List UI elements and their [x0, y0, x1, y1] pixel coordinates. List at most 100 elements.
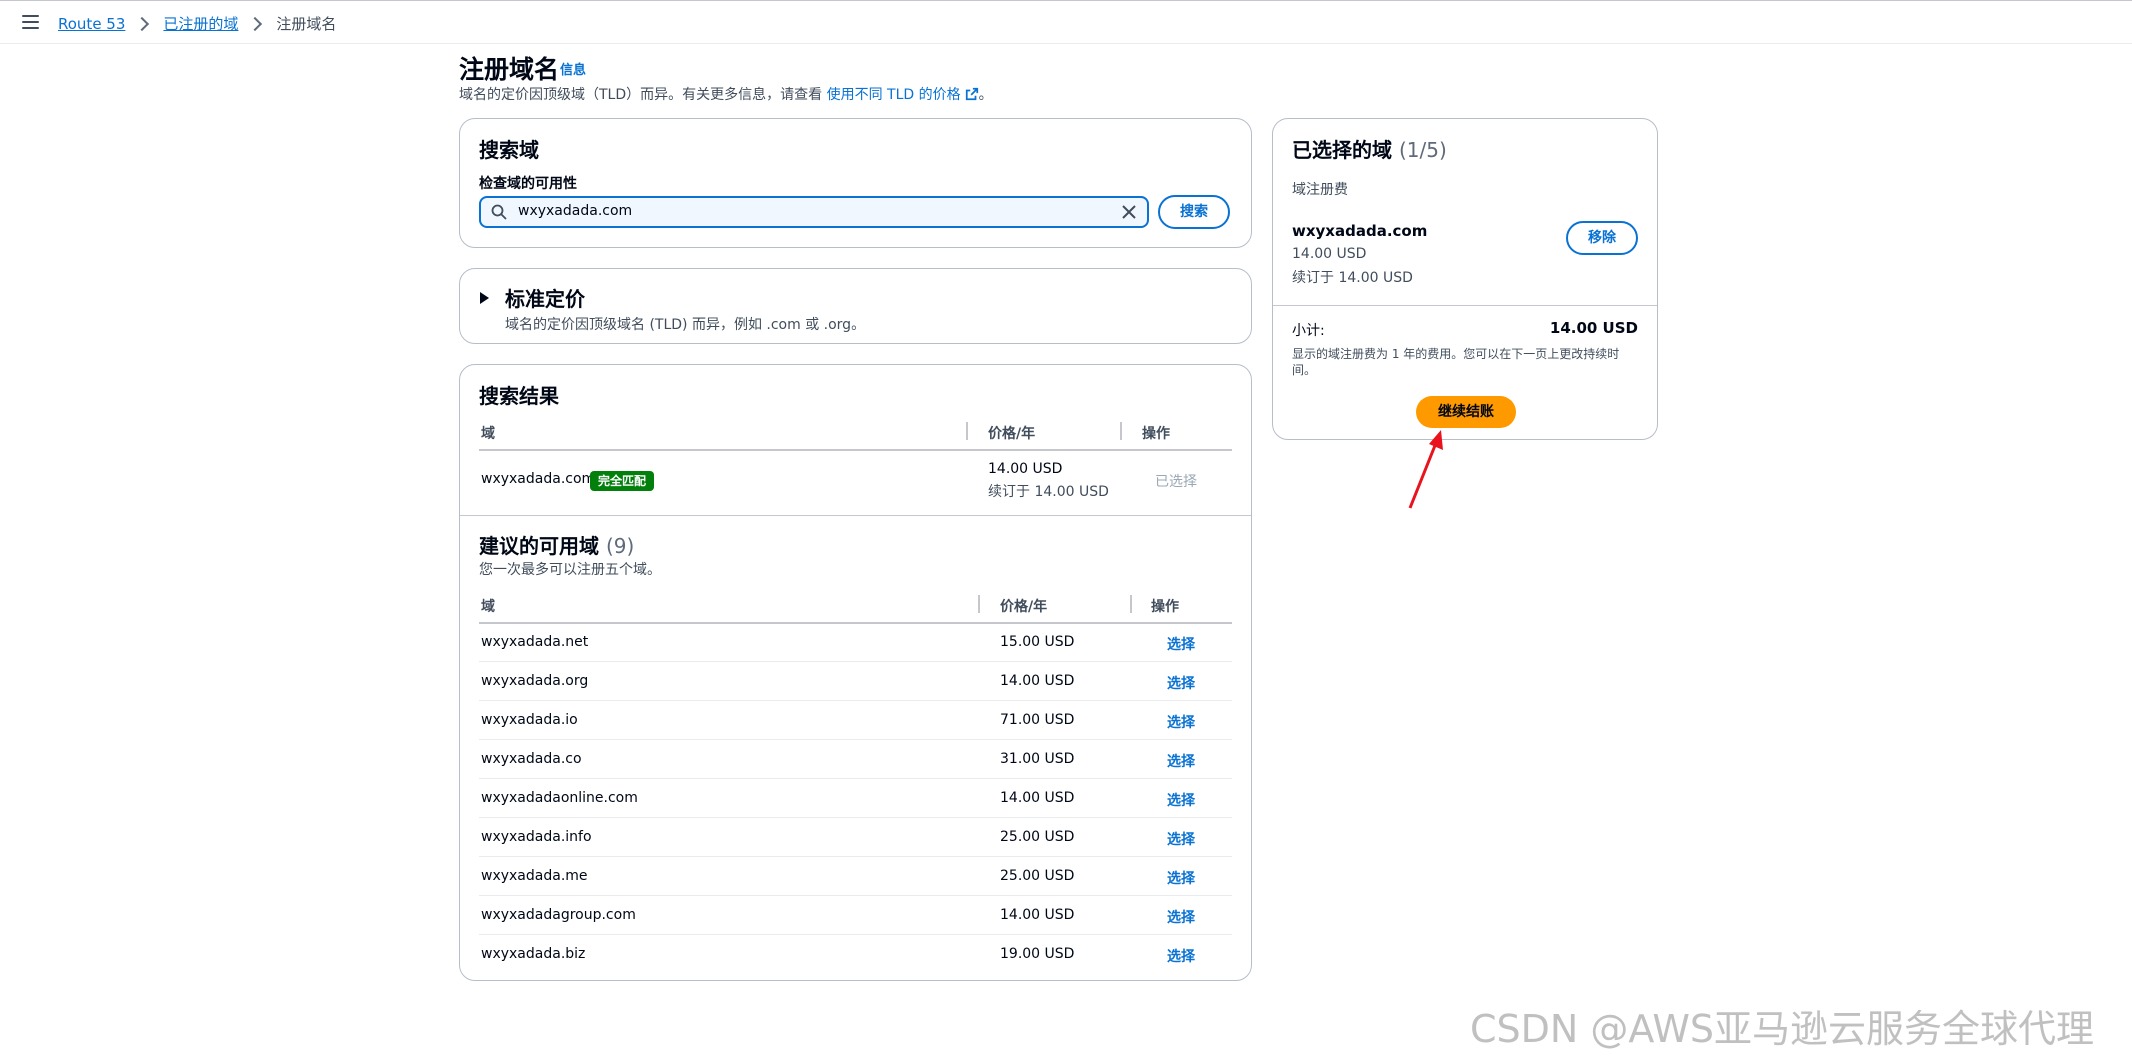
selected-title: 已选择的域 (1/5) [1292, 134, 1447, 163]
table-row: wxyxadadaonline.com 14.00 USD 选择 [460, 779, 1251, 818]
suggestion-price: 25.00 USD [1000, 868, 1075, 884]
table-row: wxyxadada.org 14.00 USD 选择 [460, 662, 1251, 701]
suggestion-price: 31.00 USD [1000, 751, 1075, 767]
header-divider [479, 449, 1232, 451]
pricing-description: 域名的定价因顶级域名 (TLD) 而异，例如 .com 或 .org。 [505, 317, 866, 333]
menu-icon[interactable] [22, 15, 39, 29]
suggestion-domain: wxyxadadaonline.com [481, 790, 638, 806]
search-icon [491, 204, 507, 220]
search-field-label: 检查域的可用性 [479, 176, 577, 192]
pricing-title[interactable]: 标准定价 [505, 283, 585, 312]
suggestion-domain: wxyxadada.me [481, 868, 588, 884]
results-header-price: 价格/年 [988, 426, 1036, 442]
remove-button[interactable]: 移除 [1566, 221, 1638, 255]
select-button[interactable]: 选择 [1167, 829, 1195, 849]
result-domain: wxyxadada.com [481, 471, 596, 487]
suggestion-domain: wxyxadada.info [481, 829, 592, 845]
search-results-panel: 搜索结果 域 价格/年 操作 wxyxadada.com 完全匹配 14.00 … [459, 364, 1252, 981]
suggestion-domain: wxyxadada.co [481, 751, 582, 767]
suggestion-price: 14.00 USD [1000, 907, 1075, 923]
panel-divider [1273, 305, 1657, 306]
table-row: wxyxadada.net 15.00 USD 选择 [460, 623, 1251, 662]
search-button[interactable]: 搜索 [1158, 195, 1230, 229]
subtotal-label: 小计: [1292, 323, 1325, 339]
top-navigation-bar: Route 53 已注册的域 注册域名 [0, 0, 2132, 44]
suggest-header-action: 操作 [1151, 599, 1179, 615]
suggestion-price: 71.00 USD [1000, 712, 1075, 728]
suggestion-domain: wxyxadadagroup.com [481, 907, 636, 923]
results-header-action: 操作 [1142, 426, 1170, 442]
breadcrumb: Route 53 已注册的域 注册域名 [58, 13, 336, 34]
selected-domain-price: 14.00 USD [1292, 246, 1367, 262]
breadcrumb-current: 注册域名 [276, 15, 337, 33]
continue-checkout-button[interactable]: 继续结账 [1416, 396, 1516, 428]
column-divider [1120, 422, 1122, 440]
info-link[interactable]: 信息 [560, 59, 586, 78]
select-button[interactable]: 选择 [1167, 673, 1195, 693]
search-domain-panel: 搜索域 检查域的可用性 wxyxadada.com 搜索 [459, 118, 1252, 248]
watermark: CSDN @AWS亚马逊云服务全球代理 [1470, 1007, 2095, 1051]
table-row: wxyxadadagroup.com 14.00 USD 选择 [460, 896, 1251, 935]
table-row: wxyxadada.biz 19.00 USD 选择 [460, 935, 1251, 974]
table-row: wxyxadada.co 31.00 USD 选择 [460, 740, 1251, 779]
search-input[interactable]: wxyxadada.com [479, 196, 1149, 228]
page-description: 域名的定价因顶级域（TLD）而异。有关更多信息，请查看 使用不同 TLD 的价格… [459, 84, 993, 104]
column-divider [966, 422, 968, 440]
suggestion-domain: wxyxadada.net [481, 634, 589, 650]
suggestion-domain: wxyxadada.org [481, 673, 589, 689]
suggestion-price: 14.00 USD [1000, 673, 1075, 689]
standard-pricing-panel[interactable]: 标准定价 域名的定价因顶级域名 (TLD) 而异，例如 .com 或 .org。 [459, 268, 1252, 344]
select-button[interactable]: 选择 [1167, 712, 1195, 732]
selected-count: (1/5) [1398, 138, 1447, 162]
search-input-value[interactable]: wxyxadada.com [518, 203, 632, 219]
chevron-right-icon [135, 16, 150, 31]
suggestions-title-text: 建议的可用域 [479, 534, 599, 558]
results-title: 搜索结果 [479, 384, 559, 408]
suggestion-domain: wxyxadada.biz [481, 946, 586, 962]
tld-pricing-link-label[interactable]: 使用不同 TLD 的价格 [827, 87, 961, 103]
suggestion-price: 25.00 USD [1000, 829, 1075, 845]
results-header-domain: 域 [481, 426, 495, 442]
suggestions-title: 建议的可用域 (9) [479, 530, 634, 559]
table-row: wxyxadada.io 71.00 USD 选择 [460, 701, 1251, 740]
select-button[interactable]: 选择 [1167, 907, 1195, 927]
exact-match-badge: 完全匹配 [590, 471, 655, 491]
suggestions-count: (9) [605, 534, 635, 558]
column-divider [1130, 595, 1132, 613]
registration-fee-label: 域注册费 [1292, 182, 1348, 198]
select-button[interactable]: 选择 [1167, 634, 1195, 654]
breadcrumb-route53[interactable]: Route 53 [58, 15, 125, 33]
selected-domain-renew: 续订于 14.00 USD [1292, 270, 1413, 286]
tld-pricing-link[interactable]: 使用不同 TLD 的价格 [827, 87, 979, 103]
selected-title-text: 已选择的域 [1292, 138, 1392, 162]
selected-domains-panel: 已选择的域 (1/5) 域注册费 wxyxadada.com 14.00 USD… [1272, 118, 1658, 440]
table-row: wxyxadada.me 25.00 USD 选择 [460, 857, 1251, 896]
select-button[interactable]: 选择 [1167, 868, 1195, 888]
suggestion-price: 14.00 USD [1000, 790, 1075, 806]
page-description-text: 域名的定价因顶级域（TLD）而异。有关更多信息，请查看 [459, 87, 823, 103]
duration-note: 显示的域注册费为 1 年的费用。您可以在下一页上更改持续时间。 [1292, 347, 1620, 377]
clear-icon[interactable] [1121, 204, 1137, 220]
subtotal-amount: 14.00 USD [1549, 319, 1638, 337]
suggest-header-domain: 域 [481, 599, 495, 615]
result-price: 14.00 USD [988, 461, 1063, 477]
caret-right-icon[interactable] [480, 292, 489, 304]
page-description-suffix: 。 [978, 87, 993, 103]
external-link-icon [965, 87, 978, 101]
selected-domain-name: wxyxadada.com [1292, 222, 1428, 240]
table-row: wxyxadada.info 25.00 USD 选择 [460, 818, 1251, 857]
suggestion-price: 19.00 USD [1000, 946, 1075, 962]
suggestion-domain: wxyxadada.io [481, 712, 578, 728]
select-button[interactable]: 选择 [1167, 790, 1195, 810]
suggestion-price: 15.00 USD [1000, 634, 1075, 650]
page-title: 注册域名 [459, 55, 560, 84]
result-renew-price: 续订于 14.00 USD [988, 484, 1109, 500]
suggestions-subtitle: 您一次最多可以注册五个域。 [479, 562, 661, 578]
selected-status: 已选择 [1155, 474, 1197, 490]
chevron-right-icon [248, 16, 263, 31]
breadcrumb-registered-domains[interactable]: 已注册的域 [163, 13, 238, 34]
select-button[interactable]: 选择 [1167, 946, 1195, 966]
suggest-header-price: 价格/年 [1000, 599, 1048, 615]
section-divider [460, 515, 1251, 516]
select-button[interactable]: 选择 [1167, 751, 1195, 771]
